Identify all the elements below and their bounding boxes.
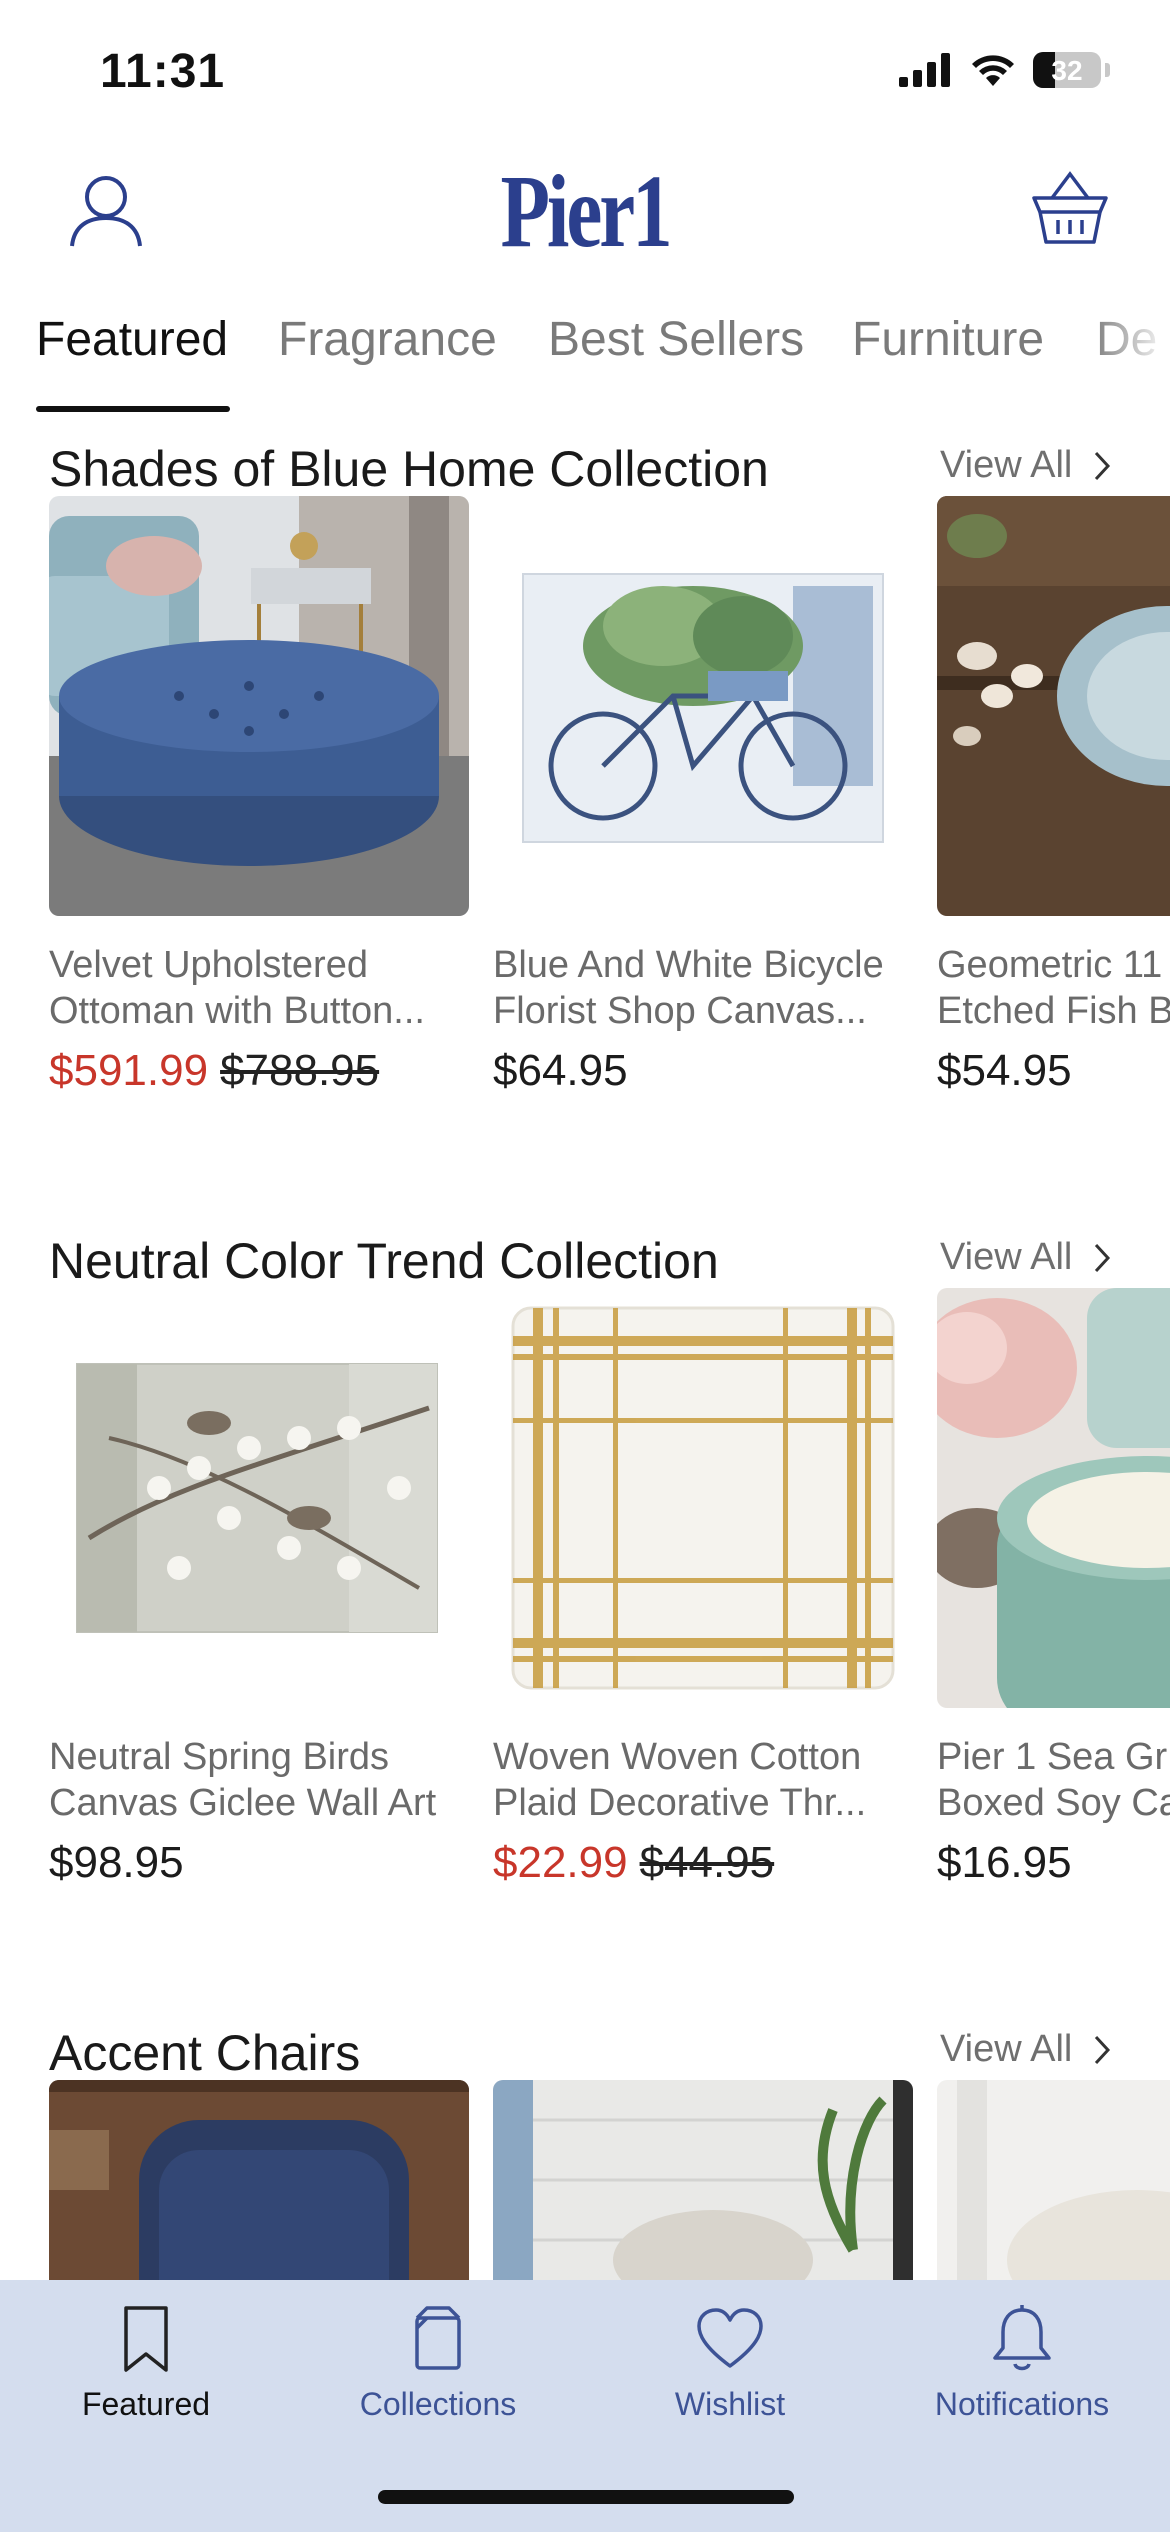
original-price: $788.95: [220, 1046, 380, 1095]
tab-best-sellers[interactable]: Best Sellers: [548, 312, 804, 367]
product-card[interactable]: Neutral Spring Birds Canvas Giclee Wall …: [49, 1288, 469, 1888]
price: $54.95: [937, 1046, 1072, 1095]
view-all-button[interactable]: View All: [940, 1236, 1112, 1279]
product-card[interactable]: Blue And White Bicycle Florist Shop Canv…: [493, 496, 913, 1096]
product-card[interactable]: Velvet Upholstered Ottoman with Button..…: [49, 496, 469, 1096]
bookmark-icon: [124, 2306, 168, 2372]
nav-featured[interactable]: Featured: [26, 2304, 266, 2423]
battery-level: 32: [1051, 55, 1083, 86]
battery-icon: 32: [1033, 52, 1101, 88]
price-row: $22.99 $44.95: [493, 1838, 913, 1888]
basket-icon: [1032, 171, 1108, 244]
product-carousel[interactable]: Velvet Upholstered Ottoman with Button..…: [49, 496, 1170, 1196]
view-all-button[interactable]: View All: [940, 444, 1112, 487]
view-all-label: View All: [940, 1236, 1073, 1278]
price-row: $54.95: [937, 1046, 1170, 1096]
tab-fragrance[interactable]: Fragrance: [278, 312, 497, 367]
brand-logo[interactable]: Pier1: [129, 152, 1042, 271]
collections-icon: [415, 2306, 461, 2370]
price: $16.95: [937, 1838, 1072, 1887]
product-image[interactable]: [493, 2080, 913, 2280]
status-bar: 11:31 32: [0, 0, 1170, 140]
price-row: $64.95: [493, 1046, 913, 1096]
app-header: Pier1: [0, 140, 1170, 280]
product-image[interactable]: [493, 1288, 913, 1708]
product-card[interactable]: [937, 2080, 1170, 2280]
nav-label: Collections: [359, 2386, 517, 2422]
sale-price: $22.99: [493, 1838, 628, 1887]
price: $64.95: [493, 1046, 628, 1095]
nav-label: Notifications: [934, 2386, 1110, 2422]
nav-label: Wishlist: [674, 2386, 786, 2422]
product-image[interactable]: [49, 1288, 469, 1708]
sale-price: $591.99: [49, 1046, 209, 1095]
product-card[interactable]: [49, 2080, 469, 2280]
category-tabs: Featured Fragrance Best Sellers Furnitur…: [0, 300, 1170, 416]
product-image[interactable]: [937, 1288, 1170, 1708]
product-name[interactable]: Geometric 11 Etched Fish B: [937, 942, 1170, 1034]
product-card[interactable]: Geometric 11 Etched Fish B $54.95: [937, 496, 1170, 1096]
tab-furniture[interactable]: Furniture: [852, 312, 1044, 367]
product-image[interactable]: [937, 2080, 1170, 2280]
heart-icon: [697, 2308, 763, 2368]
view-all-button[interactable]: View All: [940, 2028, 1112, 2071]
product-image[interactable]: [493, 496, 913, 916]
cart-button[interactable]: [1030, 168, 1110, 248]
product-name[interactable]: Velvet Upholstered Ottoman with Button..…: [49, 942, 469, 1034]
price-row: $16.95: [937, 1838, 1170, 1888]
product-name[interactable]: Blue And White Bicycle Florist Shop Canv…: [493, 942, 913, 1034]
product-image[interactable]: [937, 496, 1170, 916]
chevron-right-icon: [1095, 2035, 1111, 2064]
product-name[interactable]: Pier 1 Sea Gr Boxed Soy Ca: [937, 1734, 1170, 1826]
tab-featured[interactable]: Featured: [36, 312, 228, 367]
active-tab-indicator: [36, 406, 230, 412]
status-icons: 32: [899, 52, 1110, 88]
product-name[interactable]: Woven Woven Cotton Plaid Decorative Thr.…: [493, 1734, 913, 1826]
bell-icon: [993, 2305, 1051, 2371]
section-title: Accent Chairs: [49, 2025, 361, 2081]
price-row: $591.99 $788.95: [49, 1046, 469, 1096]
chevron-right-icon: [1095, 1243, 1111, 1272]
product-card[interactable]: Woven Woven Cotton Plaid Decorative Thr.…: [493, 1288, 913, 1888]
nav-collections[interactable]: Collections: [318, 2304, 558, 2423]
chevron-right-icon: [1095, 451, 1111, 480]
view-all-label: View All: [940, 2028, 1073, 2070]
wifi-icon: [972, 55, 1014, 86]
product-image[interactable]: [49, 496, 469, 916]
view-all-label: View All: [940, 444, 1073, 486]
product-card[interactable]: Pier 1 Sea Gr Boxed Soy Ca $16.95: [937, 1288, 1170, 1888]
price: $98.95: [49, 1838, 184, 1887]
home-indicator[interactable]: [378, 2490, 794, 2504]
nav-label: Featured: [81, 2386, 211, 2422]
product-carousel[interactable]: [49, 2080, 1170, 2280]
nav-wishlist[interactable]: Wishlist: [610, 2304, 850, 2423]
product-card[interactable]: [493, 2080, 913, 2280]
product-image[interactable]: [49, 2080, 469, 2280]
status-time: 11:31: [100, 45, 226, 98]
section-title: Neutral Color Trend Collection: [49, 1233, 719, 1289]
cellular-signal-icon: [899, 53, 950, 87]
product-carousel[interactable]: Neutral Spring Birds Canvas Giclee Wall …: [49, 1288, 1170, 1988]
nav-notifications[interactable]: Notifications: [902, 2304, 1142, 2423]
section-title: Shades of Blue Home Collection: [49, 441, 769, 497]
original-price: $44.95: [639, 1838, 775, 1887]
price-row: $98.95: [49, 1838, 469, 1888]
product-name[interactable]: Neutral Spring Birds Canvas Giclee Wall …: [49, 1734, 469, 1826]
